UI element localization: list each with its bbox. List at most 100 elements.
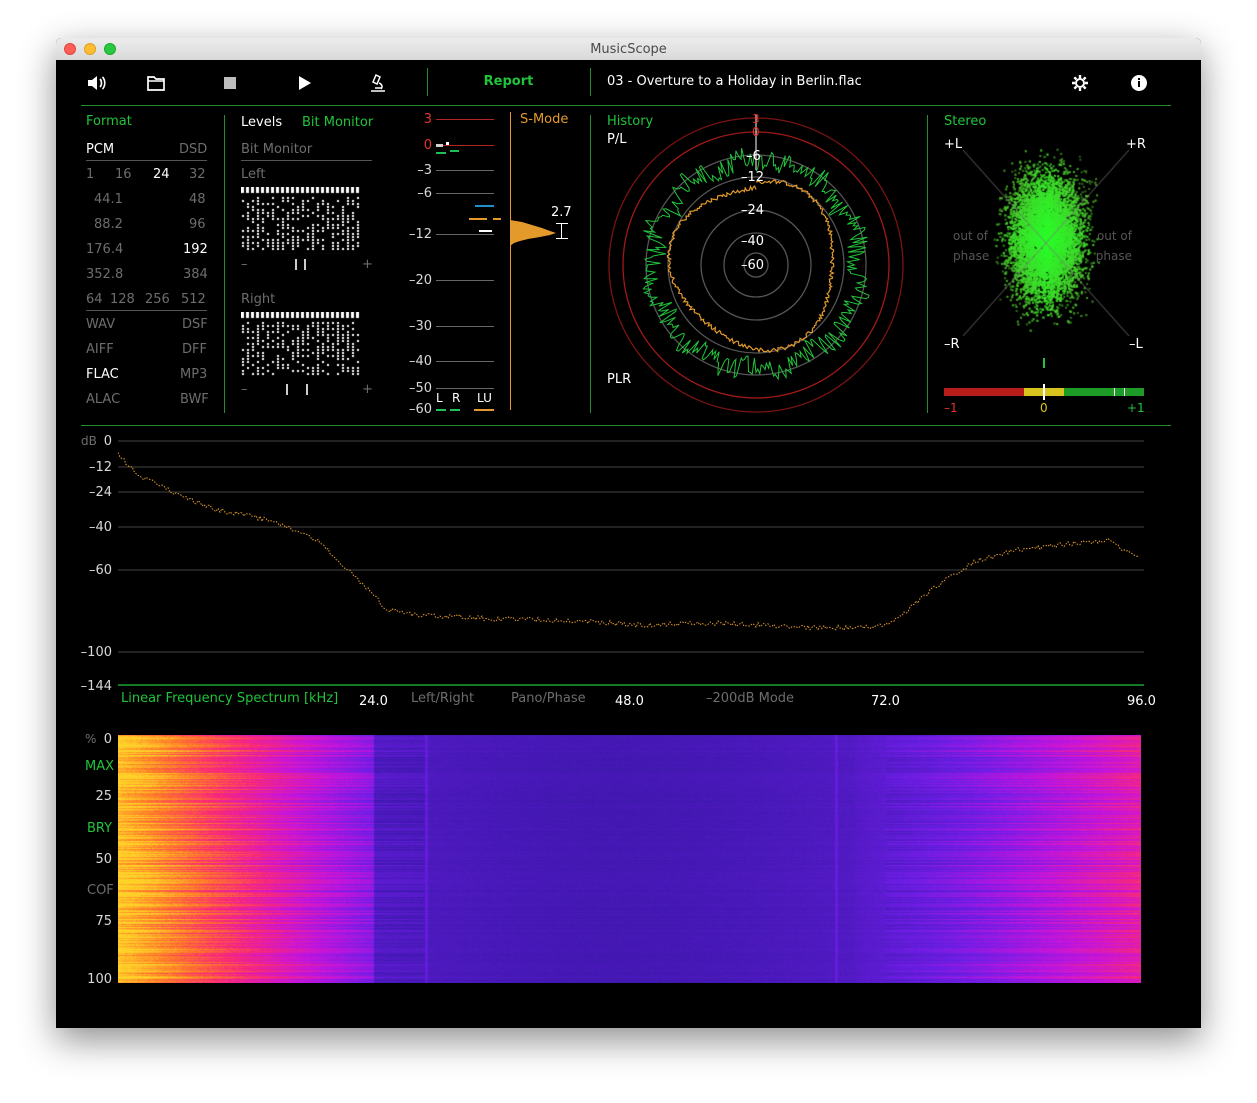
meter-marker-white <box>479 230 492 232</box>
meter-scale-minus60: –60 <box>408 402 432 417</box>
dsd-rate-256: 256 <box>145 292 170 307</box>
spectrum-y-minus24: –24 <box>88 485 112 500</box>
type-wav: WAV <box>86 317 116 332</box>
spectrogram-marker-cof: COF <box>87 883 114 898</box>
info-icon[interactable] <box>1128 72 1150 94</box>
meter-scale-minus50: –50 <box>408 381 432 396</box>
format-pcm: PCM <box>86 142 115 157</box>
tab-levels[interactable]: Levels <box>241 115 282 130</box>
pano-phase-option[interactable]: Pano/Phase <box>511 691 586 706</box>
correlation-label-0: 0 <box>1040 401 1048 415</box>
microscope-icon[interactable] <box>367 72 389 94</box>
spectrum-y-minus144: –144 <box>80 679 112 694</box>
correlation-label-minus1: –1 <box>944 401 958 415</box>
peak-hold-left <box>436 144 443 147</box>
bit-monitor-left-minus: – <box>241 257 248 272</box>
bit-monitor-right-label: Right <box>241 292 276 307</box>
rate-96: 96 <box>189 217 206 232</box>
spectrum-x-48: 48.0 <box>615 694 644 709</box>
spectrum-y-0: 0 <box>103 434 112 449</box>
toolbar-divider <box>590 68 591 96</box>
meter-marker-blue <box>475 205 494 207</box>
bit-depth-24: 24 <box>153 167 170 182</box>
bit-depth-32: 32 <box>189 167 206 182</box>
stop-icon[interactable] <box>219 72 241 94</box>
spectrogram-y-100: 100 <box>87 972 112 987</box>
type-flac: FLAC <box>86 367 119 382</box>
dsd-rate-64: 64 <box>86 292 103 307</box>
play-icon[interactable] <box>293 72 315 94</box>
format-dsd: DSD <box>179 142 208 157</box>
stereo-plus-l: +L <box>944 137 963 152</box>
spectrum-x-72: 72.0 <box>871 694 900 709</box>
correlation-meter <box>944 384 1144 400</box>
gear-icon[interactable] <box>1069 72 1091 94</box>
bit-monitor-right-plus: + <box>362 382 373 397</box>
toolbar-separator <box>81 105 1171 106</box>
report-button[interactable]: Report <box>427 74 590 89</box>
meter-scale-minus12: –12 <box>408 227 432 242</box>
spectrogram-y-50: 50 <box>95 852 112 867</box>
left-right-option[interactable]: Left/Right <box>411 691 474 706</box>
frequency-spectrum-plot <box>118 440 1144 686</box>
minus-200db-mode-option[interactable]: –200dB Mode <box>706 691 794 706</box>
spectrum-y-minus12: –12 <box>88 460 112 475</box>
correlation-label-plus1: +1 <box>1127 401 1145 415</box>
bit-depth-16: 16 <box>115 167 132 182</box>
meter-channel-r: R <box>452 391 461 405</box>
spectrogram-percent-label: % <box>85 732 97 746</box>
tab-bit-monitor[interactable]: Bit Monitor <box>302 115 373 130</box>
dsd-rate-128: 128 <box>110 292 135 307</box>
bit-monitor-heading: Bit Monitor <box>241 142 313 157</box>
meter-scale-minus20: –20 <box>408 273 432 288</box>
rate-192: 192 <box>183 242 208 257</box>
loudness-range-value: 2.7 <box>551 205 572 220</box>
meter-scale-0: 0 <box>423 138 432 153</box>
rate-352-8: 352.8 <box>86 267 124 282</box>
app-window: MusicScope Report 03 - Overture to a Hol… <box>56 38 1201 1028</box>
type-alac: ALAC <box>86 392 121 407</box>
meter-scale-3: 3 <box>423 112 432 127</box>
type-bwf: BWF <box>180 392 209 407</box>
dsd-rate-512: 512 <box>181 292 206 307</box>
spectrogram-y-75: 75 <box>95 914 112 929</box>
file-name: 03 - Overture to a Holiday in Berlin.fla… <box>607 74 862 89</box>
spectrogram-marker-bry: BRY <box>87 821 113 836</box>
stereo-minus-r: –R <box>944 337 960 352</box>
type-dff: DFF <box>182 342 207 357</box>
bit-monitor-right-minus: – <box>241 382 248 397</box>
stereo-vectorscope <box>961 148 1131 338</box>
bit-monitor-left-plus: + <box>362 257 373 272</box>
meter-bar-left <box>436 152 446 154</box>
rate-176-4: 176.4 <box>86 242 124 257</box>
type-mp3: MP3 <box>180 367 208 382</box>
speaker-icon[interactable] <box>86 72 108 94</box>
bit-monitor-right <box>241 312 361 376</box>
bit-depth-1: 1 <box>86 167 95 182</box>
bit-monitor-left <box>241 187 361 251</box>
type-aiff: AIFF <box>86 342 114 357</box>
window-title: MusicScope <box>590 42 667 57</box>
history-ring-minus24: –24 <box>741 203 765 218</box>
main-content: Report 03 - Overture to a Holiday in Ber… <box>56 60 1201 1028</box>
title-bar: MusicScope <box>56 38 1201 61</box>
spectrum-y-minus100: –100 <box>80 645 112 660</box>
meter-scale-minus30: –30 <box>408 319 432 334</box>
meter-scale-minus40: –40 <box>408 354 432 369</box>
rate-48: 48 <box>189 192 206 207</box>
spectrogram-y-25: 25 <box>95 789 112 804</box>
s-mode-button[interactable]: S-Mode <box>520 112 568 127</box>
spectrum-x-24: 24.0 <box>359 694 388 709</box>
format-title: Format <box>86 114 132 129</box>
spectrum-mode-button[interactable]: Linear Frequency Spectrum [kHz] <box>121 691 338 706</box>
rate-88-2: 88.2 <box>94 217 123 232</box>
meter-channel-lu: LU <box>477 391 492 405</box>
history-ring-minus40: –40 <box>741 234 765 249</box>
meter-channel-l: L <box>436 391 443 405</box>
meter-scale-minus6: –6 <box>417 186 432 201</box>
history-ring-minus6: –6 <box>746 149 761 164</box>
folder-icon[interactable] <box>145 72 167 94</box>
spectrum-y-minus40: –40 <box>88 520 112 535</box>
meter-scale-minus3: –3 <box>417 163 432 178</box>
stereo-minus-l: –L <box>1129 337 1143 352</box>
